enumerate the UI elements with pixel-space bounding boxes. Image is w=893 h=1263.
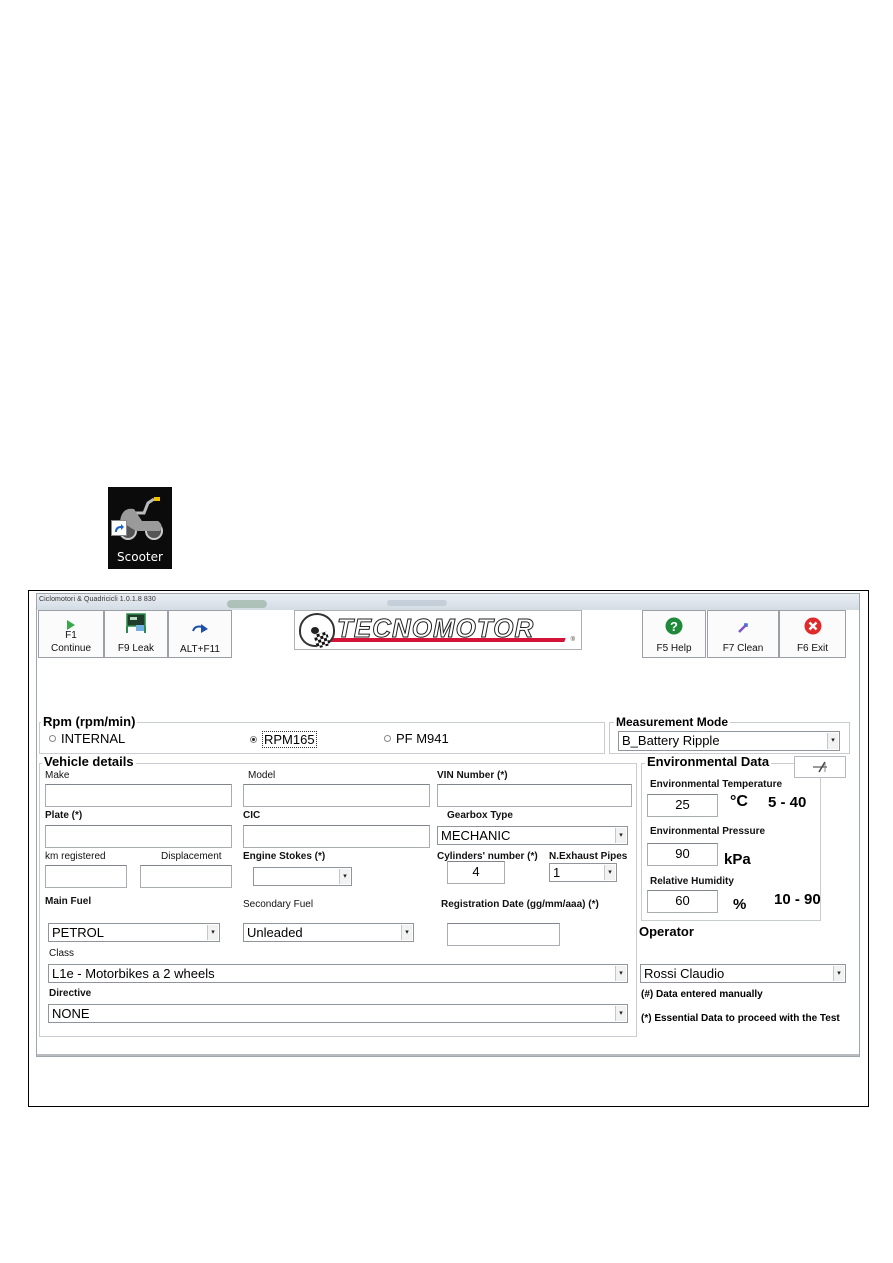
window-title: Ciclomotori & Quadricicli 1.0.1.8 830 bbox=[39, 596, 156, 603]
edit-environment-button[interactable] bbox=[794, 756, 846, 778]
radio-selected-icon bbox=[250, 736, 257, 743]
secondary-fuel-label: Secondary Fuel bbox=[243, 899, 314, 910]
plate-input[interactable] bbox=[45, 825, 232, 848]
engine-strokes-label: Engine Stokes (*) bbox=[243, 851, 326, 862]
help-button[interactable]: ? F5 Help bbox=[642, 610, 706, 658]
title-bar: Ciclomotori & Quadricicli 1.0.1.8 830 bbox=[37, 594, 859, 610]
radio-icon bbox=[49, 735, 56, 742]
class-label: Class bbox=[49, 948, 75, 959]
edit-pen-icon bbox=[813, 761, 827, 773]
make-label: Make bbox=[45, 770, 70, 781]
class-select[interactable]: L1e - Motorbikes a 2 wheels ▾ bbox=[48, 964, 628, 983]
tecnomotor-logo: TECNOMOTOR ® bbox=[294, 610, 582, 650]
clean-label: F7 Clean bbox=[722, 643, 764, 654]
registration-date-label: Registration Date (gg/mm/aaa) (*) bbox=[441, 899, 599, 910]
operator-title: Operator bbox=[639, 924, 694, 939]
model-input[interactable] bbox=[243, 784, 430, 807]
secondary-fuel-select[interactable]: Unleaded ▾ bbox=[243, 923, 414, 942]
measurement-title: Measurement Mode bbox=[614, 715, 731, 729]
chevron-down-icon: ▾ bbox=[339, 869, 350, 884]
km-label: km registered bbox=[45, 851, 106, 862]
humidity-range: 10 - 90 bbox=[774, 891, 821, 908]
bottom-divider bbox=[37, 1054, 859, 1056]
continue-label: Continue bbox=[50, 643, 92, 654]
close-icon bbox=[804, 617, 821, 635]
environmental-data-title: Environmental Data bbox=[645, 754, 772, 769]
humidity-unit: % bbox=[733, 896, 747, 913]
manual-data-note: (#) Data entered manually bbox=[641, 989, 763, 1000]
alt-f11-button[interactable]: ALT+F11 bbox=[168, 610, 232, 658]
plate-label: Plate (*) bbox=[45, 810, 83, 821]
exhaust-pipes-select[interactable]: 1 ▾ bbox=[549, 863, 617, 882]
chevron-down-icon: ▾ bbox=[615, 828, 626, 843]
directive-select[interactable]: NONE ▾ bbox=[48, 1004, 628, 1023]
help-label: F5 Help bbox=[656, 643, 692, 654]
clean-button[interactable]: F7 Clean bbox=[707, 610, 779, 658]
cylinders-input[interactable]: 4 bbox=[447, 861, 505, 884]
displacement-label: Displacement bbox=[161, 851, 222, 862]
cic-input[interactable] bbox=[243, 825, 430, 848]
svg-text:?: ? bbox=[670, 619, 678, 634]
temperature-range: 5 - 40 bbox=[768, 794, 807, 811]
model-label: Model bbox=[248, 770, 276, 781]
clean-icon bbox=[738, 623, 748, 633]
leak-label: F9 Leak bbox=[117, 643, 155, 654]
chevron-down-icon: ▾ bbox=[207, 925, 218, 940]
pressure-unit: kPa bbox=[724, 851, 751, 868]
humidity-input[interactable]: 60 bbox=[647, 890, 718, 913]
essential-data-note: (*) Essential Data to proceed with the T… bbox=[641, 1013, 840, 1024]
km-input[interactable] bbox=[45, 865, 127, 888]
exit-label: F6 Exit bbox=[796, 643, 829, 654]
main-fuel-select[interactable]: PETROL ▾ bbox=[48, 923, 220, 942]
rpm-option-rpm165[interactable]: RPM165 bbox=[250, 731, 317, 748]
gearbox-label: Gearbox Type bbox=[447, 810, 513, 821]
continue-button[interactable]: F1 Continue bbox=[38, 610, 104, 658]
humidity-label: Relative Humidity bbox=[650, 876, 734, 887]
continue-key: F1 bbox=[65, 630, 77, 641]
chevron-down-icon: ▾ bbox=[401, 925, 412, 940]
registration-date-input[interactable] bbox=[447, 923, 560, 946]
vin-label: VIN Number (*) bbox=[437, 770, 508, 781]
alt-f11-label: ALT+F11 bbox=[180, 644, 220, 655]
rpm-option-internal[interactable]: INTERNAL bbox=[49, 731, 125, 746]
main-fuel-label: Main Fuel bbox=[45, 896, 92, 907]
temperature-unit: °C bbox=[730, 793, 748, 810]
shortcut-label: Scooter bbox=[117, 550, 163, 564]
chevron-down-icon: ▾ bbox=[604, 865, 615, 880]
redo-arrow-icon bbox=[192, 624, 208, 633]
measurement-mode-select[interactable]: B_Battery Ripple ▾ bbox=[618, 731, 840, 751]
rpm-option-pfm941[interactable]: PF M941 bbox=[384, 731, 449, 746]
temperature-input[interactable]: 25 bbox=[647, 794, 718, 817]
leak-button[interactable]: F9 Leak bbox=[104, 610, 168, 658]
gearbox-select[interactable]: MECHANIC ▾ bbox=[437, 826, 628, 845]
cic-label: CIC bbox=[243, 810, 261, 821]
displacement-input[interactable] bbox=[140, 865, 232, 888]
chevron-down-icon: ▾ bbox=[615, 966, 626, 981]
chevron-down-icon: ▾ bbox=[615, 1006, 626, 1021]
radio-icon bbox=[384, 735, 391, 742]
pressure-input[interactable]: 90 bbox=[647, 843, 718, 866]
temperature-label: Environmental Temperature bbox=[650, 779, 783, 790]
leak-test-icon bbox=[126, 613, 146, 633]
engine-strokes-select[interactable]: ▾ bbox=[253, 867, 352, 886]
vin-input[interactable] bbox=[437, 784, 632, 807]
vehicle-details-title: Vehicle details bbox=[42, 754, 136, 769]
app-window: Ciclomotori & Quadricicli 1.0.1.8 830 F1… bbox=[36, 593, 860, 1057]
rpm-title: Rpm (rpm/min) bbox=[41, 714, 138, 729]
help-icon: ? bbox=[665, 617, 683, 635]
make-input[interactable] bbox=[45, 784, 232, 807]
chevron-down-icon: ▾ bbox=[833, 966, 844, 981]
scooter-shortcut[interactable]: Scooter bbox=[108, 487, 172, 569]
pressure-label: Environmental Pressure bbox=[650, 826, 766, 837]
chevron-down-icon: ▾ bbox=[827, 733, 838, 749]
shortcut-arrow-icon bbox=[111, 520, 127, 536]
operator-select[interactable]: Rossi Claudio ▾ bbox=[640, 964, 846, 983]
exhaust-pipes-label: N.Exhaust Pipes bbox=[549, 851, 628, 862]
logo-text: TECNOMOTOR bbox=[336, 613, 535, 644]
directive-label: Directive bbox=[49, 988, 92, 999]
exit-button[interactable]: F6 Exit bbox=[779, 610, 846, 658]
